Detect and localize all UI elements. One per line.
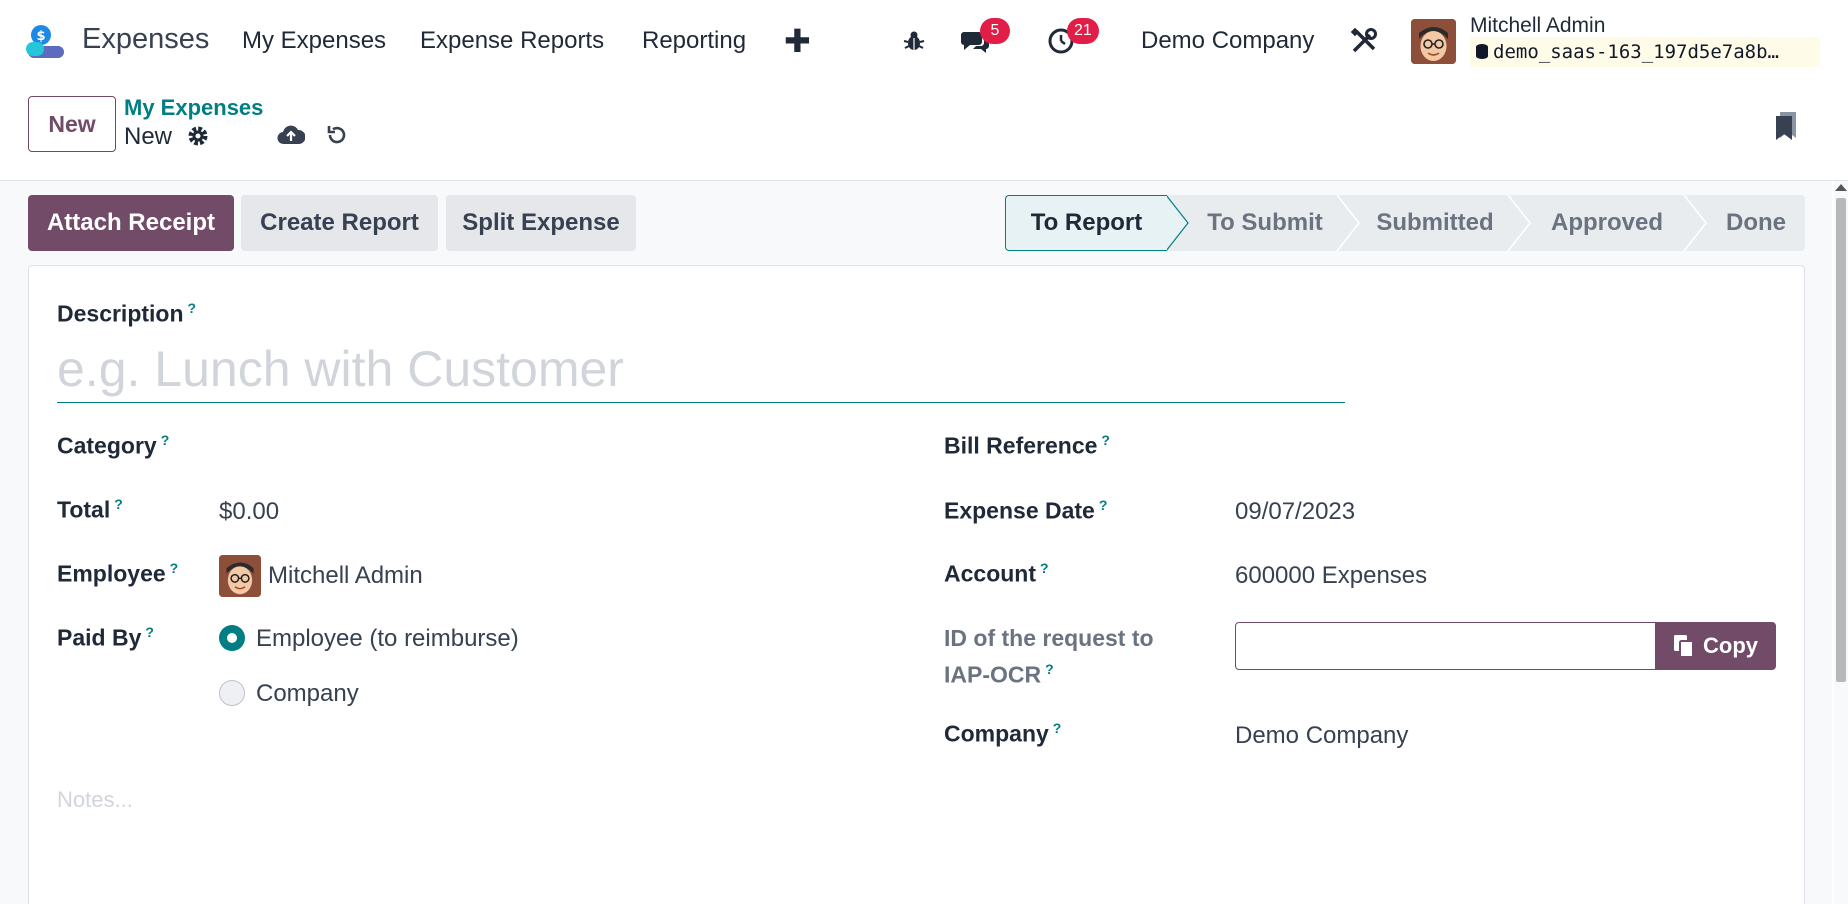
stage-done[interactable]: Done: [1707, 195, 1805, 251]
company-label: Company?: [944, 720, 1061, 748]
description-input[interactable]: [57, 335, 1345, 403]
expense-date-label-text: Expense Date: [944, 497, 1095, 524]
company-label-text: Company: [944, 720, 1049, 747]
total-input[interactable]: $0.00: [219, 498, 279, 526]
top-navbar: $ Expenses My Expenses Expense Reports R…: [0, 0, 1848, 82]
employee-label: Employee?: [57, 560, 178, 588]
paid-by-company-radio[interactable]: [219, 680, 245, 706]
account-label: Account?: [944, 560, 1049, 588]
expense-date-help[interactable]: ?: [1099, 497, 1108, 513]
account-label-text: Account: [944, 560, 1036, 587]
employee-input[interactable]: Mitchell Admin: [268, 562, 423, 590]
breadcrumb-current: New: [124, 123, 173, 150]
copy-icon: [1674, 635, 1694, 658]
bill-reference-label-text: Bill Reference: [944, 432, 1098, 459]
copy-button-label: Copy: [1703, 633, 1758, 658]
copy-button[interactable]: Copy: [1655, 622, 1776, 670]
bug-icon[interactable]: [899, 26, 929, 56]
account-input[interactable]: 600000 Expenses: [1235, 562, 1427, 590]
expenses-app-icon[interactable]: $: [26, 24, 66, 60]
database-label: demo_saas-163_197d5e7a8b…: [1493, 41, 1779, 63]
category-help[interactable]: ?: [161, 432, 170, 448]
tools-icon[interactable]: [1349, 26, 1379, 56]
user-avatar[interactable]: [1411, 19, 1456, 64]
description-label: Description?: [57, 300, 196, 328]
category-label-text: Category: [57, 432, 157, 459]
paid-by-label-text: Paid By: [57, 624, 142, 651]
menu-expense-reports[interactable]: Expense Reports: [420, 27, 604, 55]
employee-help[interactable]: ?: [170, 560, 179, 576]
ocr-request-label: ID of the request to: [944, 625, 1154, 651]
split-expense-button[interactable]: Split Expense: [446, 195, 636, 251]
database-name: demo_saas-163_197d5e7a8b…: [1470, 37, 1820, 67]
paid-by-help[interactable]: ?: [145, 624, 154, 640]
ocr-request-input[interactable]: [1235, 622, 1660, 670]
total-label-text: Total: [57, 496, 111, 523]
discard-icon[interactable]: [324, 122, 350, 148]
new-button[interactable]: New: [28, 96, 116, 152]
user-name[interactable]: Mitchell Admin: [1470, 14, 1605, 38]
bill-reference-label: Bill Reference?: [944, 432, 1110, 460]
bookmark-icon[interactable]: [1772, 110, 1800, 142]
employee-label-text: Employee: [57, 560, 166, 587]
gear-icon[interactable]: [186, 124, 210, 148]
company-input[interactable]: Demo Company: [1235, 722, 1408, 750]
category-label: Category?: [57, 432, 169, 460]
stage-to-report[interactable]: To Report: [1005, 195, 1167, 251]
ocr-request-label-line2: IAP-OCR?: [944, 661, 1054, 689]
create-report-button[interactable]: Create Report: [241, 195, 438, 251]
paid-by-label: Paid By?: [57, 624, 154, 652]
ocr-request-help[interactable]: ?: [1045, 661, 1054, 677]
messages-badge: 5: [980, 18, 1010, 44]
menu-my-expenses[interactable]: My Expenses: [242, 27, 386, 55]
category-field[interactable]: [219, 424, 859, 464]
app-name[interactable]: Expenses: [82, 23, 209, 56]
database-icon: [1476, 44, 1488, 59]
scroll-up-arrow[interactable]: [1835, 184, 1847, 191]
expense-date-label: Expense Date?: [944, 497, 1107, 525]
paid-by-employee-label[interactable]: Employee (to reimburse): [256, 625, 519, 653]
scrollbar-thumb[interactable]: [1836, 198, 1846, 682]
stage-to-submit[interactable]: To Submit: [1191, 195, 1339, 251]
paid-by-employee-radio[interactable]: [219, 625, 245, 651]
attach-receipt-button[interactable]: Attach Receipt: [28, 195, 234, 251]
menu-reporting[interactable]: Reporting: [642, 27, 746, 55]
company-switcher[interactable]: Demo Company: [1141, 27, 1314, 55]
ocr-request-label-line2-text: IAP-OCR: [944, 661, 1042, 688]
cloud-upload-icon[interactable]: [276, 122, 306, 148]
activities-badge: 21: [1067, 18, 1099, 44]
employee-avatar[interactable]: [219, 555, 261, 597]
status-bar: To Report To Submit Submitted Approved D…: [1005, 195, 1805, 251]
total-help[interactable]: ?: [114, 496, 123, 512]
add-menu-icon[interactable]: ✚: [784, 22, 811, 60]
stage-approved[interactable]: Approved: [1532, 195, 1682, 251]
bill-reference-help[interactable]: ?: [1101, 432, 1110, 448]
paid-by-company-label[interactable]: Company: [256, 680, 359, 708]
total-label: Total?: [57, 496, 123, 524]
description-help[interactable]: ?: [188, 300, 197, 316]
stage-submitted[interactable]: Submitted: [1360, 195, 1510, 251]
bill-reference-field[interactable]: [1235, 424, 1775, 464]
svg-text:$: $: [36, 29, 45, 44]
company-help[interactable]: ?: [1053, 720, 1062, 736]
account-help[interactable]: ?: [1040, 560, 1049, 576]
breadcrumb-my-expenses[interactable]: My Expenses: [124, 95, 263, 121]
expense-date-input[interactable]: 09/07/2023: [1235, 498, 1355, 526]
notes-field[interactable]: Notes...: [57, 787, 133, 813]
description-label-text: Description: [57, 300, 184, 327]
